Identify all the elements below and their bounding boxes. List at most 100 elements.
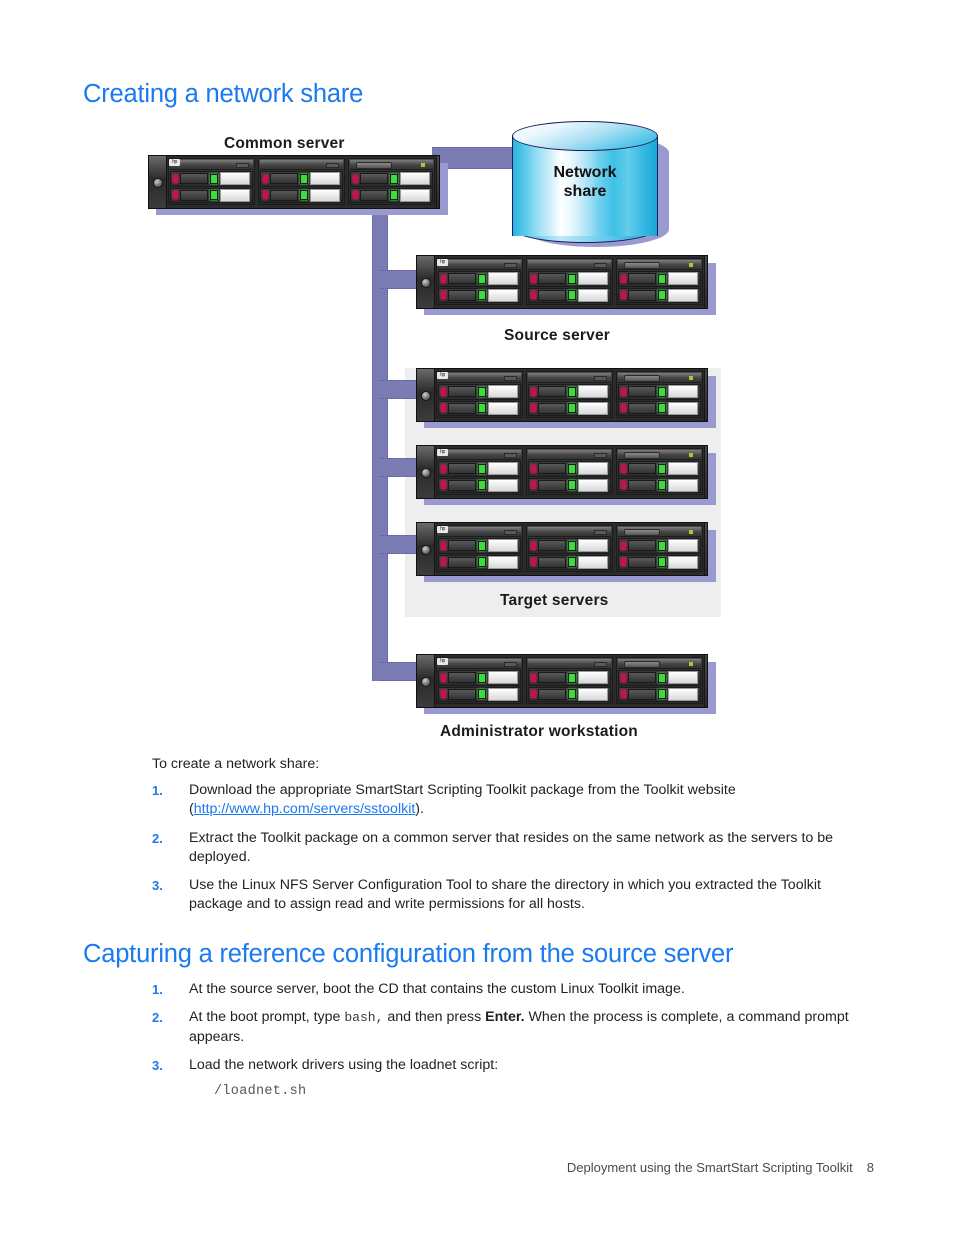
drive-bay-module: [436, 448, 523, 495]
network-share-diagram: Common server hp hp Source server hp hp …: [140, 121, 740, 750]
drive-handle: [360, 189, 388, 201]
bay-top-trim: [618, 659, 701, 669]
drive-bay-module: [168, 158, 255, 205]
drive-activity-led-green: [658, 540, 666, 551]
drive-handle: [448, 273, 476, 285]
power-panel: [704, 523, 707, 575]
drive-label: [578, 687, 608, 701]
drive-handle: [538, 386, 566, 398]
drive-status-led-red: [441, 481, 446, 490]
optical-drive-icon: [356, 162, 392, 169]
server-administrator-workstation: hp: [416, 654, 716, 714]
power-panel: [704, 256, 707, 308]
drive-status-led-red: [621, 387, 626, 396]
hot-plug-drive: [528, 461, 611, 477]
power-panel: [704, 655, 707, 707]
drive-handle: [628, 672, 656, 684]
hp-logo-icon: hp: [437, 372, 448, 379]
drive-status-led-red: [621, 690, 626, 699]
optical-drive-icon: [624, 375, 660, 382]
drive-activity-led-green: [658, 463, 666, 474]
drive-handle: [448, 556, 476, 568]
server-target-server-3: hp: [416, 522, 716, 582]
drive-bay-module: [526, 371, 613, 418]
page-title-capturing-reference-configuration: Capturing a reference configuration from…: [83, 940, 734, 968]
caption-source-server: Source server: [504, 327, 610, 344]
list-item-number: 3.: [152, 878, 163, 894]
status-led-amber: [689, 662, 693, 666]
code-loadnet-script: /loadnet.sh: [214, 1084, 307, 1100]
drive-handle: [448, 479, 476, 491]
hot-plug-drive: [528, 400, 611, 416]
drive-status-led-red: [441, 464, 446, 473]
status-led-amber: [689, 263, 693, 267]
rack-ear-left: [149, 156, 167, 208]
hp-logo-icon: hp: [437, 526, 448, 533]
hot-plug-drive: [260, 171, 343, 187]
drive-activity-led-green: [210, 173, 218, 184]
drive-bay-module: [526, 448, 613, 495]
list-item-text: At the source server, boot the CD that c…: [189, 981, 685, 997]
power-panel: [704, 446, 707, 498]
hot-plug-drive: [260, 187, 343, 203]
bay-top-trim: [438, 260, 521, 270]
hot-plug-drive: [438, 461, 521, 477]
drive-handle: [538, 402, 566, 414]
list-item-number: 1.: [152, 783, 163, 798]
server-target-server-1: hp: [416, 368, 716, 428]
list-item-number: 3.: [152, 1057, 163, 1073]
server-chassis: hp: [416, 445, 708, 499]
drive-activity-led-green: [658, 557, 666, 568]
drive-activity-led-green: [568, 403, 576, 414]
hot-plug-drive: [528, 670, 611, 686]
drive-label: [668, 555, 698, 569]
hot-plug-drive: [438, 686, 521, 702]
optical-drive-icon: [624, 452, 660, 459]
network-share-step-list: 1. Download the appropriate SmartStart Sc…: [152, 781, 874, 924]
bay-top-trim: [170, 160, 253, 170]
drive-status-led-red: [621, 274, 626, 283]
drive-handle: [538, 672, 566, 684]
drive-label: [578, 462, 608, 476]
drive-label: [400, 172, 430, 186]
drive-status-led-red: [441, 291, 446, 300]
drive-status-led-red: [441, 558, 446, 567]
drive-handle: [538, 688, 566, 700]
drive-activity-led-green: [478, 273, 486, 284]
drive-handle: [360, 173, 388, 185]
drive-label: [400, 188, 430, 202]
bay-top-trim: [618, 260, 701, 270]
drive-label: [668, 539, 698, 553]
power-panel: [436, 156, 439, 208]
drive-label: [488, 539, 518, 553]
capturing-step-list: 1. At the source server, boot the CD that…: [152, 980, 874, 1110]
bay-top-trim: [528, 373, 611, 383]
list-item: 2. Extract the Toolkit package on a commo…: [152, 829, 874, 868]
server-target-server-2: hp: [416, 445, 716, 505]
drive-bay-module: [436, 657, 523, 704]
hot-plug-drive: [618, 461, 701, 477]
list-item: 2. At the boot prompt, type bash, and the…: [152, 1008, 874, 1047]
server-common-server: hp: [148, 155, 448, 215]
drive-activity-led-green: [390, 173, 398, 184]
drive-handle: [628, 289, 656, 301]
toolkit-website-link[interactable]: http://www.hp.com/servers/sstoolkit: [194, 801, 416, 817]
drive-activity-led-green: [300, 190, 308, 201]
hot-plug-drive: [170, 187, 253, 203]
hot-plug-drive: [618, 287, 701, 303]
list-item-text: Use the Linux NFS Server Configuration T…: [189, 877, 821, 913]
drive-label: [578, 671, 608, 685]
hp-logo-icon: hp: [169, 159, 180, 166]
server-chassis: hp: [416, 654, 708, 708]
hot-plug-drive: [528, 384, 611, 400]
server-source-server: hp: [416, 255, 716, 315]
drive-handle: [628, 386, 656, 398]
drive-label: [668, 478, 698, 492]
optical-drive-icon: [624, 262, 660, 269]
caption-common-server: Common server: [224, 135, 345, 152]
drive-status-led-red: [173, 174, 178, 183]
drive-activity-led-green: [658, 689, 666, 700]
drive-status-led-red: [621, 481, 626, 490]
drive-label: [578, 539, 608, 553]
drive-handle: [628, 556, 656, 568]
